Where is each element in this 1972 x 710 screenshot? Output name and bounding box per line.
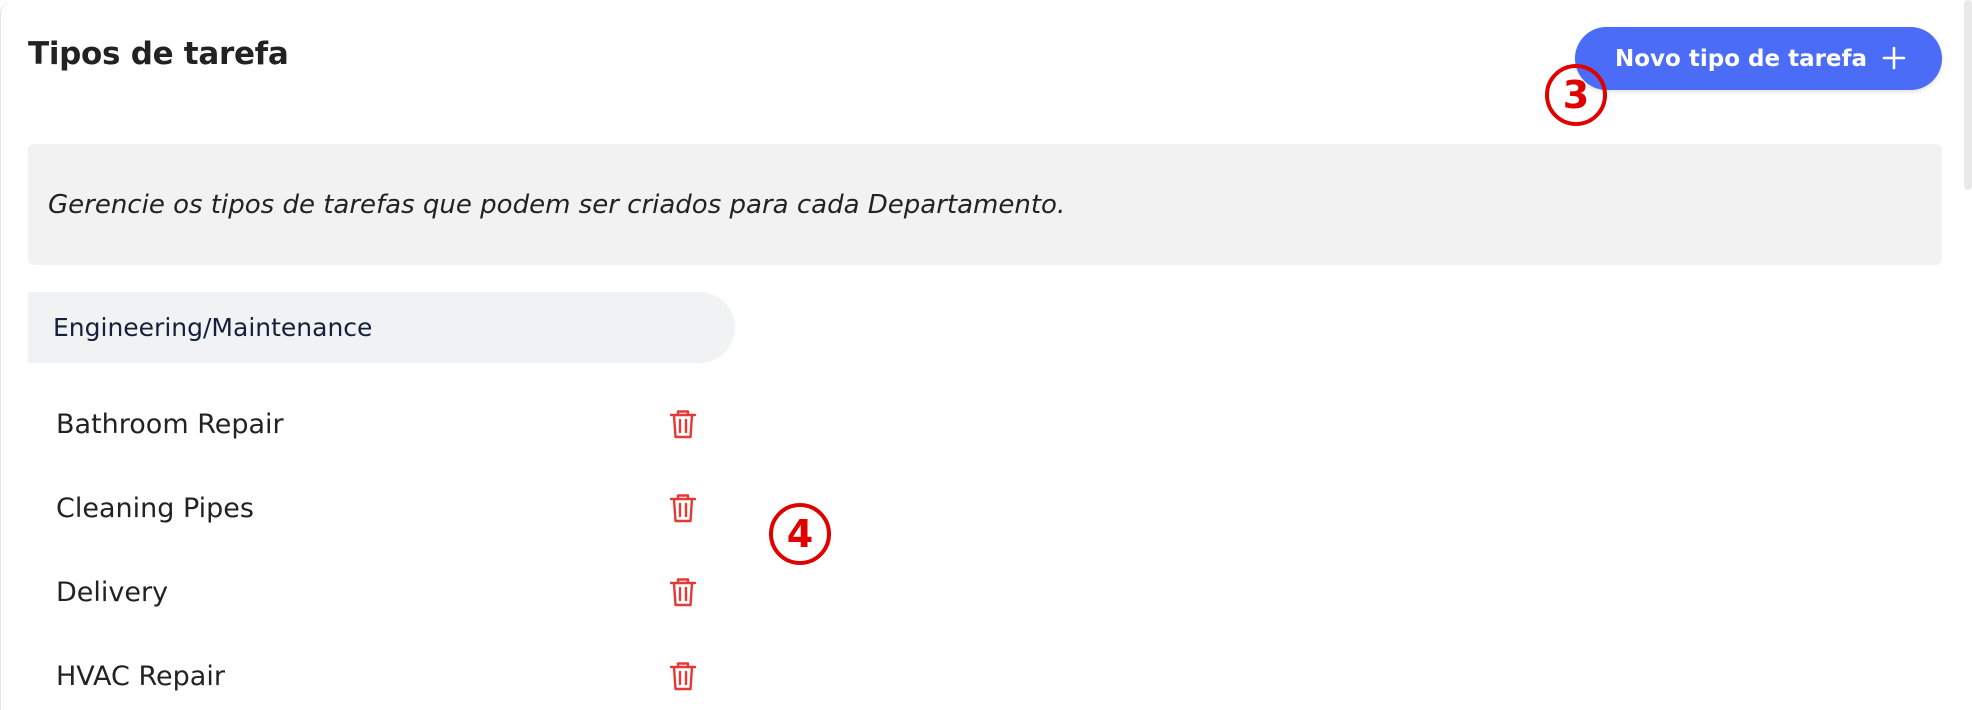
task-type-item: HVAC Repair xyxy=(28,634,735,710)
trash-icon[interactable] xyxy=(668,492,698,524)
info-box: Gerencie os tipos de tarefas que podem s… xyxy=(28,144,1942,265)
task-type-item: Bathroom Repair xyxy=(28,382,735,466)
task-type-label: Cleaning Pipes xyxy=(56,492,254,524)
task-type-item: Cleaning Pipes xyxy=(28,466,735,550)
plus-icon xyxy=(1882,46,1906,70)
task-type-item: Delivery xyxy=(28,550,735,634)
task-type-label: Bathroom Repair xyxy=(56,408,284,440)
task-type-label: Delivery xyxy=(56,576,169,608)
department-header[interactable]: Engineering/Maintenance xyxy=(28,292,735,363)
task-types-page: Tipos de tarefa Novo tipo de tarefa 3 Ge… xyxy=(0,0,1972,710)
trash-icon[interactable] xyxy=(668,408,698,440)
scrollbar[interactable] xyxy=(1964,0,1972,190)
task-type-label: HVAC Repair xyxy=(56,660,225,692)
callout-marker-4: 4 xyxy=(769,503,831,565)
task-type-list: Bathroom Repair Cleaning Pipes Delivery xyxy=(28,382,735,710)
page-title: Tipos de tarefa xyxy=(28,36,289,72)
new-task-type-button[interactable]: Novo tipo de tarefa xyxy=(1575,27,1942,90)
callout-marker-3: 3 xyxy=(1545,64,1607,126)
trash-icon[interactable] xyxy=(668,660,698,692)
trash-icon[interactable] xyxy=(668,576,698,608)
info-text: Gerencie os tipos de tarefas que podem s… xyxy=(48,189,1066,220)
new-task-type-button-label: Novo tipo de tarefa xyxy=(1615,45,1868,72)
